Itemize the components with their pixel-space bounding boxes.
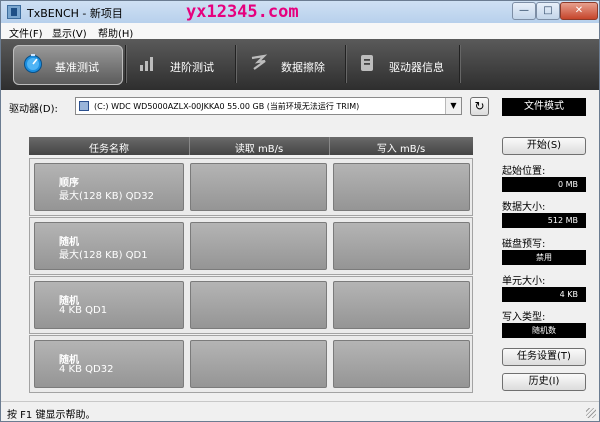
prefill-label: 磁盘预写: [502, 239, 546, 250]
read-result [190, 222, 327, 270]
task-settings-button[interactable]: 任务设置(T) [502, 348, 586, 366]
table-row: 随机 4 KB QD1 [29, 276, 473, 334]
start-position-value[interactable]: 0 MB [502, 177, 586, 192]
status-text: 按 F1 键显示帮助。 [7, 410, 96, 421]
unit-size-value[interactable]: 4 KB [502, 287, 586, 302]
task-button-rnd-4k-q32[interactable]: 随机 4 KB QD32 [34, 340, 184, 388]
toolbar-divider [235, 45, 236, 83]
bar-chart-icon [140, 57, 153, 71]
tab-label: 基准测试 [55, 61, 99, 74]
start-button[interactable]: 开始(S) [502, 137, 586, 155]
col-task-name: 任务名称 [89, 144, 129, 155]
drive-selected-value: (C:) WDC WD5000AZLX-00JKKA0 55.00 GB (当前… [94, 102, 360, 111]
menu-help[interactable]: 帮助(H) [98, 25, 133, 40]
close-button[interactable]: ✕ [560, 2, 598, 20]
tab-erase[interactable]: 数据擦除 [239, 45, 343, 85]
menu-file[interactable]: 文件(F) [9, 25, 43, 40]
chevron-down-icon[interactable]: ▼ [445, 98, 461, 114]
write-result [333, 281, 470, 329]
unit-size-label: 单元大小: [502, 276, 546, 287]
read-result [190, 281, 327, 329]
app-window: TxBENCH - 新项目 yx12345.com — □ ✕ 文件(F) 显示… [0, 0, 600, 422]
main-toolbar: 基准测试 进阶测试 数据擦除 驱动器信息 [1, 39, 599, 90]
results-header: 任务名称 读取 mB/s 写入 mB/s [29, 137, 473, 155]
start-position-label: 起始位置: [502, 166, 546, 177]
minimize-button[interactable]: — [512, 2, 536, 20]
tab-label: 进阶测试 [170, 61, 214, 74]
eraser-icon [251, 54, 268, 70]
toolbar-divider [125, 45, 126, 83]
task-button-rnd-128k-q1[interactable]: 随机 最大(128 KB) QD1 [34, 222, 184, 270]
write-type-label: 写入类型: [502, 312, 546, 323]
drive-select[interactable]: (C:) WDC WD5000AZLX-00JKKA0 55.00 GB (当前… [75, 97, 462, 115]
title-bar[interactable]: TxBENCH - 新项目 yx12345.com — □ ✕ [1, 1, 599, 23]
speedometer-icon [24, 54, 42, 73]
refresh-button[interactable]: ↻ [470, 97, 489, 116]
write-result [333, 340, 470, 388]
col-read: 读取 mB/s [234, 144, 284, 155]
tab-advanced[interactable]: 进阶测试 [128, 45, 232, 85]
app-icon [7, 5, 21, 19]
toolbar-divider [459, 45, 460, 83]
task-params: 最大(128 KB) QD32 [59, 191, 154, 202]
history-button[interactable]: 历史(I) [502, 373, 586, 391]
write-type-value[interactable]: 随机数 [502, 323, 586, 338]
data-size-label: 数据大小: [502, 202, 546, 213]
task-params: 最大(128 KB) QD1 [59, 250, 148, 261]
table-row: 随机 4 KB QD32 [29, 335, 473, 393]
read-result [190, 340, 327, 388]
task-params: 4 KB QD32 [59, 364, 114, 375]
mode-indicator: 文件模式 [502, 98, 586, 116]
drive-label: 驱动器(D): [9, 104, 58, 115]
data-size-value[interactable]: 512 MB [502, 213, 586, 228]
hard-drive-icon [79, 101, 89, 111]
read-result [190, 163, 327, 211]
window-title: TxBENCH - 新项目 [27, 7, 123, 20]
tab-label: 驱动器信息 [389, 61, 444, 74]
tab-label: 数据擦除 [281, 61, 325, 74]
col-write: 写入 mB/s [376, 144, 426, 155]
write-result [333, 222, 470, 270]
menu-bar: 文件(F) 显示(V) 帮助(H) [1, 23, 599, 40]
write-result [333, 163, 470, 211]
maximize-button[interactable]: □ [536, 2, 560, 20]
menu-view[interactable]: 显示(V) [52, 25, 87, 40]
prefill-value[interactable]: 禁用 [502, 250, 586, 265]
refresh-icon: ↻ [474, 99, 485, 113]
watermark-text: yx12345.com [186, 2, 299, 22]
task-button-rnd-4k-q1[interactable]: 随机 4 KB QD1 [34, 281, 184, 329]
resize-grip[interactable] [586, 408, 596, 418]
table-row: 顺序 最大(128 KB) QD32 [29, 158, 473, 216]
table-row: 随机 最大(128 KB) QD1 [29, 217, 473, 275]
status-bar: 按 F1 键显示帮助。 [1, 401, 599, 421]
toolbar-divider [345, 45, 346, 83]
tab-benchmark[interactable]: 基准测试 [13, 45, 123, 85]
task-button-seq-q32[interactable]: 顺序 最大(128 KB) QD32 [34, 163, 184, 211]
task-params: 4 KB QD1 [59, 305, 108, 316]
drive-info-icon [361, 55, 373, 71]
tab-drive-info[interactable]: 驱动器信息 [347, 45, 457, 85]
